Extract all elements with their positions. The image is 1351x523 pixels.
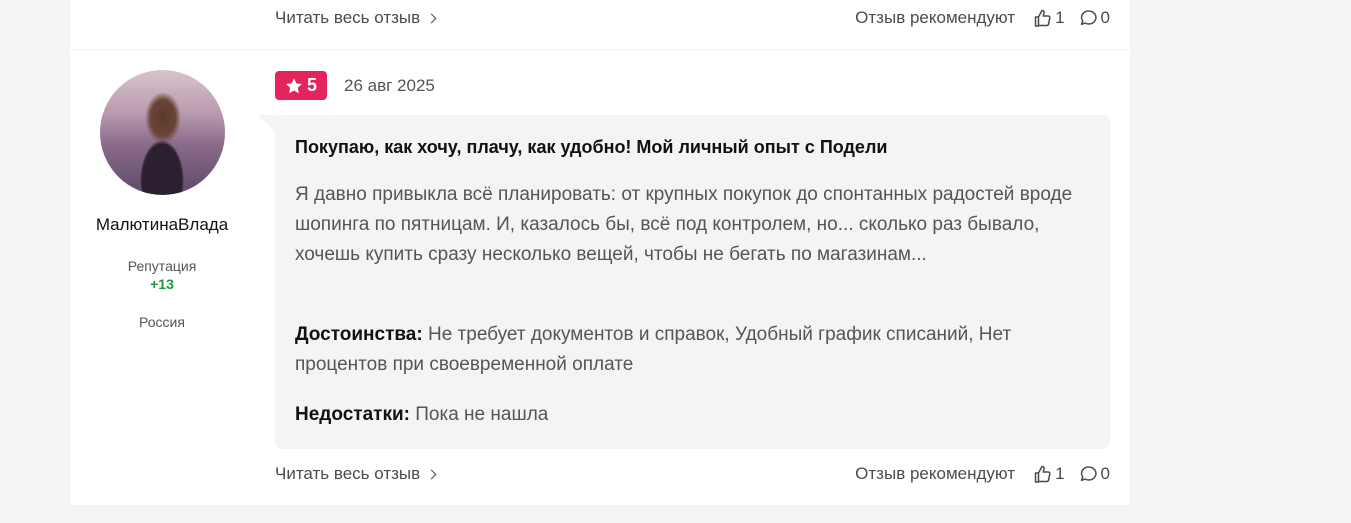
cons-label: Недостатки: [295,404,410,425]
review-stats: Отзыв рекомендуют 1 0 [855,464,1110,484]
read-more-link[interactable]: Читать весь отзыв [275,464,437,484]
review-stats: Отзыв рекомендуют 1 0 [855,8,1110,28]
recommend-label: Отзыв рекомендуют [855,464,1016,483]
likes-count: 1 [1055,464,1065,483]
like-button[interactable]: 1 [1033,8,1065,28]
review-text: Я давно привыкла всё планировать: от кру… [295,184,1073,265]
read-more-link[interactable]: Читать весь отзыв [275,8,437,28]
comments-button[interactable]: 0 [1079,8,1110,28]
avatar[interactable] [100,70,225,195]
author-country: Россия [139,314,185,330]
previous-review-footer: Читать весь отзыв Отзыв рекомендуют 1 0 [275,6,1110,30]
author-name[interactable]: МалютинаВлада [70,215,254,235]
comments-count: 0 [1100,464,1110,483]
thumbs-up-icon [1034,465,1051,483]
read-more-label: Читать весь отзыв [275,8,421,27]
reputation-value: +13 [150,276,174,292]
read-more-label: Читать весь отзыв [275,464,421,483]
rating-value: 5 [306,75,317,95]
review-pros: Достоинства: Не требует документов и спр… [295,320,1095,380]
comment-icon [1080,466,1097,482]
review-footer: Читать весь отзыв Отзыв рекомендуют 1 0 [275,462,1110,486]
reviews-card: Читать весь отзыв Отзыв рекомендуют 1 0 … [70,0,1130,505]
review-title[interactable]: Покупаю, как хочу, плачу, как удобно! Мо… [295,137,1095,158]
like-button[interactable]: 1 [1033,464,1065,484]
review-date: 26 авг 2025 [344,76,435,95]
likes-count: 1 [1055,8,1065,27]
recommend-label: Отзыв рекомендуют [855,8,1016,27]
comment-icon [1080,10,1097,26]
cons-text: Пока не нашла [415,404,549,425]
star-icon [286,77,302,93]
comments-button[interactable]: 0 [1079,464,1110,484]
comments-count: 0 [1100,8,1110,27]
review-divider [70,49,1130,50]
review-bubble[interactable]: Покупаю, как хочу, плачу, как удобно! Мо… [275,115,1110,449]
rating-badge: 5 [275,71,327,100]
thumbs-up-icon [1034,9,1051,27]
chevron-right-icon [426,13,437,24]
review-cons: Недостатки: Пока не нашла [295,400,1095,430]
reputation-label: Репутация [127,258,197,274]
pros-label: Достоинства: [295,324,423,345]
chevron-right-icon [426,469,437,480]
